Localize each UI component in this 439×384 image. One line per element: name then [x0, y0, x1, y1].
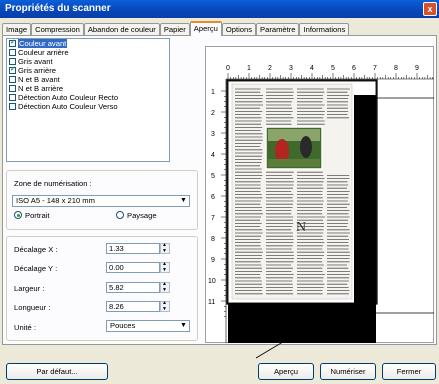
scanner-properties-window: Propriétés du scanner x Image Compressio… [0, 0, 439, 384]
preview-button[interactable]: Aperçu [258, 363, 314, 380]
scan-button[interactable]: Numériser [320, 363, 376, 380]
tab-preview[interactable]: Aperçu [190, 21, 222, 36]
default-button[interactable]: Par défaut... [6, 363, 108, 380]
callout-lines [0, 0, 439, 384]
close-button[interactable]: Fermer [382, 363, 436, 380]
